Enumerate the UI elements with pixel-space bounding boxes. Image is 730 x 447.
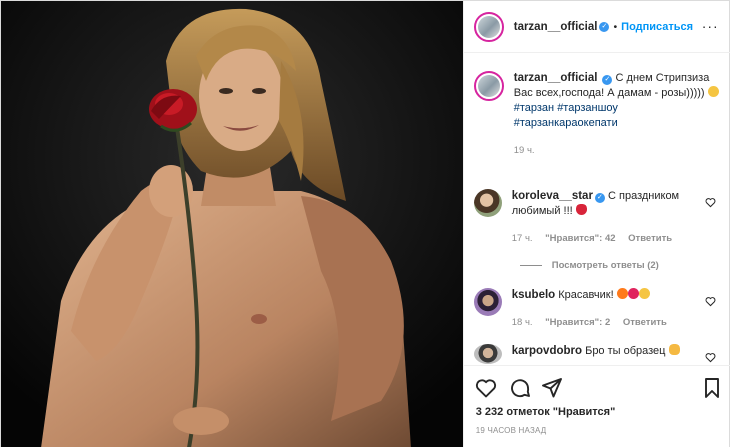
commenter-avatar[interactable] [473,189,502,217]
comment-body: ksubelo Красавчик! 18 ч. "Нравится": 2 О… [512,288,712,330]
post-photo[interactable] [1,1,463,447]
comment-icon[interactable] [508,376,532,400]
comment-text: Красавчик! [558,289,614,301]
commenter-username[interactable]: ksubelo [512,289,555,301]
hashtag-tarzanshow[interactable]: #тарзаншоу [557,102,618,114]
comment-item: koroleva__star ✓ С праздником любимый !!!… [473,189,724,246]
view-replies-button[interactable]: Посмотреть ответы (2) [519,260,659,271]
heart-icon[interactable] [474,376,498,400]
comment-likes[interactable]: "Нравится": 42 [545,233,615,244]
like-comment-heart-icon[interactable] [705,352,716,363]
comment-time[interactable]: 17 ч. [512,233,533,244]
commenter-avatar[interactable] [473,344,502,364]
heart-emoji-icon [627,288,639,299]
heart-eyes-emoji-icon [638,288,650,299]
comment-item: karpovdobro Бро ты образец [473,344,724,364]
verified-icon: ✓ [594,193,605,203]
verified-icon: ✓ [599,21,610,32]
lips-emoji-icon [575,204,587,215]
like-comment-heart-icon[interactable] [705,197,716,208]
comment-body: koroleva__star ✓ С праздником любимый !!!… [512,189,712,246]
grin-emoji-icon [707,86,719,97]
caption-time[interactable]: 19 ч. [514,143,719,158]
reply-button[interactable]: Ответить [628,233,672,244]
share-icon[interactable] [540,376,564,400]
author-username[interactable]: tarzan__official [514,21,598,33]
post-actions: 3 232 отметок "Нравится" 19 ЧАСОВ НАЗАД [463,365,730,447]
caption-username[interactable]: tarzan__official [514,72,598,84]
separator-dot: • [613,20,618,33]
comment-body: karpovdobro Бро ты образец [512,344,712,364]
bookmark-icon[interactable] [700,376,724,400]
view-replies-label: Посмотреть ответы (2) [551,260,659,271]
caption-text-block: tarzan__official ✓ С днем Стрипзиза Вас в… [514,71,719,158]
verified-icon: ✓ [602,75,613,85]
comment-item: ksubelo Красавчик! 18 ч. "Нравится": 2 О… [473,288,724,330]
hashtag-tarzan[interactable]: #тарзан [514,102,554,114]
fire-emoji-icon [616,288,628,299]
comment-likes[interactable]: "Нравится": 2 [545,317,610,328]
hashtag-tarzankaraokeparty[interactable]: #тарзанкараокепати [514,117,618,129]
author-avatar[interactable] [473,11,504,42]
follow-button[interactable]: Подписаться [621,21,693,33]
clap-emoji-icon [668,344,680,355]
commenter-username[interactable]: koroleva__star [512,190,593,202]
reply-button[interactable]: Ответить [623,317,667,328]
commenter-avatar[interactable] [473,288,502,316]
post-caption: tarzan__official ✓ С днем Стрипзиза Вас в… [473,71,724,158]
photo-illustration [1,1,463,447]
comment-text: Бро ты образец [585,345,666,357]
more-options-icon[interactable]: ··· [702,19,719,33]
replies-divider [519,265,542,266]
like-comment-heart-icon[interactable] [705,296,716,307]
likes-count[interactable]: 3 232 отметок "Нравится" [476,406,616,418]
commenter-username[interactable]: karpovdobro [512,345,582,357]
comment-time[interactable]: 18 ч. [512,317,533,328]
post-header: tarzan__official ✓ • Подписаться ··· [463,1,730,53]
caption-avatar[interactable] [473,71,504,101]
posted-time[interactable]: 19 ЧАСОВ НАЗАД [476,426,547,435]
author-info: tarzan__official ✓ • Подписаться [514,21,693,33]
post-sidebar: tarzan__official ✓ • Подписаться ··· tar… [462,1,730,447]
comment-meta: 17 ч. "Нравится": 42 Ответить [512,231,712,246]
instagram-post: tarzan__official ✓ • Подписаться ··· tar… [0,0,730,447]
comment-meta: 18 ч. "Нравится": 2 Ответить [512,315,712,330]
